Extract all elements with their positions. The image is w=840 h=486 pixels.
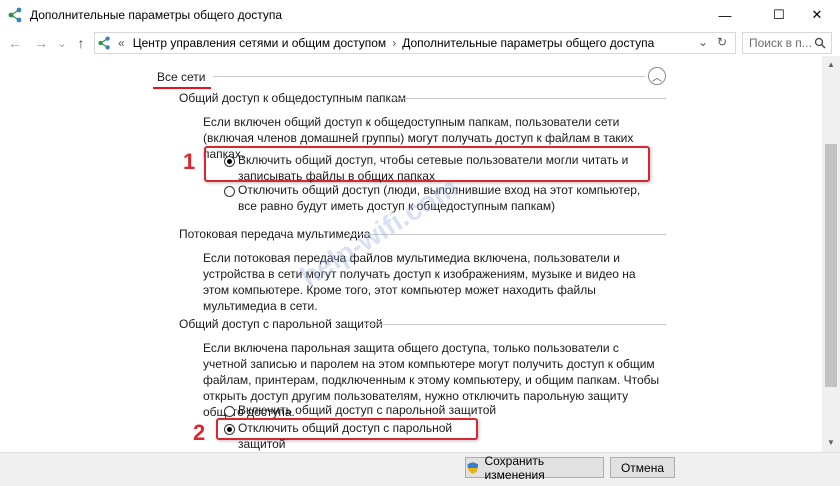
section-underline [153,87,211,89]
settings-content: Все сети ︿ Общий доступ к общедоступным … [0,56,822,486]
search-placeholder: Поиск в п... [749,36,812,50]
search-icon[interactable] [814,37,826,49]
back-arrow-icon: ← [8,35,22,51]
refresh-icon[interactable]: ↻ [717,35,727,49]
public-folders-divider [392,98,666,99]
cancel-button[interactable]: Отмена [610,457,675,478]
collapse-button[interactable]: ︿ [648,67,666,85]
window-title: Дополнительные параметры общего доступа [30,8,283,22]
scroll-up-icon[interactable]: ▲ [822,56,840,72]
address-dropdown-icon[interactable]: ⌄ [698,35,708,49]
navigation-bar: ← → ⌄ ↑ « Центр управления сетями и общи… [0,30,840,56]
public-folders-off-radio[interactable] [224,186,235,197]
close-icon: ✕ [811,7,823,22]
forward-arrow-icon: → [34,35,48,51]
up-button[interactable]: ↑ [72,34,90,52]
cancel-label: Отмена [620,460,665,475]
address-bar[interactable]: « Центр управления сетями и общим доступ… [94,32,736,54]
password-off-label[interactable]: Отключить общий доступ с парольной защит… [238,420,478,452]
save-changes-label: Сохранить изменения [484,453,545,482]
vertical-scrollbar[interactable]: ▲ ▼ [822,56,840,452]
recent-locations-button[interactable]: ⌄ [53,34,71,52]
chevron-down-icon: ⌄ [57,37,67,50]
breadcrumb-overflow[interactable]: « [118,36,125,50]
password-on-radio[interactable] [224,406,235,417]
annotation-number-2: 2 [193,420,206,445]
shield-icon [467,461,479,474]
minimize-icon: — [718,7,732,23]
network-icon [98,36,110,50]
breadcrumb-arrow[interactable]: › [392,36,396,50]
breadcrumb-current[interactable]: Дополнительные параметры общего доступа [402,36,654,50]
back-button[interactable]: ← [6,34,24,52]
password-protection-title: Общий доступ с парольной защитой [179,317,383,331]
password-on-label[interactable]: Включить общий доступ с парольной защито… [238,402,638,418]
network-icon [8,7,22,23]
scroll-thumb[interactable] [825,144,837,387]
breadcrumb-network-center[interactable]: Центр управления сетями и общим доступом [133,36,387,50]
close-button[interactable]: ✕ [794,0,840,30]
annotation-number-1: 1 [183,149,196,174]
minimize-button[interactable]: — [702,0,748,30]
footer-bar: Сохранить изменения Отмена [0,452,840,486]
forward-button[interactable]: → [32,34,50,52]
section-title-all-networks[interactable]: Все сети [157,70,206,84]
password-protection-divider [365,324,666,325]
up-arrow-icon: ↑ [77,35,85,51]
save-changes-button[interactable]: Сохранить изменения [465,454,604,482]
search-input[interactable]: Поиск в п... [742,32,832,54]
password-off-radio[interactable] [224,424,235,435]
maximize-icon: ☐ [773,7,785,22]
title-bar: Дополнительные параметры общего доступа … [0,0,840,30]
section-divider [213,76,645,77]
public-folders-title: Общий доступ к общедоступным папкам [179,91,406,105]
public-folders-on-radio[interactable] [224,156,235,167]
chevron-up-icon: ︿ [652,72,662,84]
media-streaming-description: Если потоковая передача файлов мультимед… [203,251,636,313]
scroll-down-icon[interactable]: ▼ [822,434,840,450]
